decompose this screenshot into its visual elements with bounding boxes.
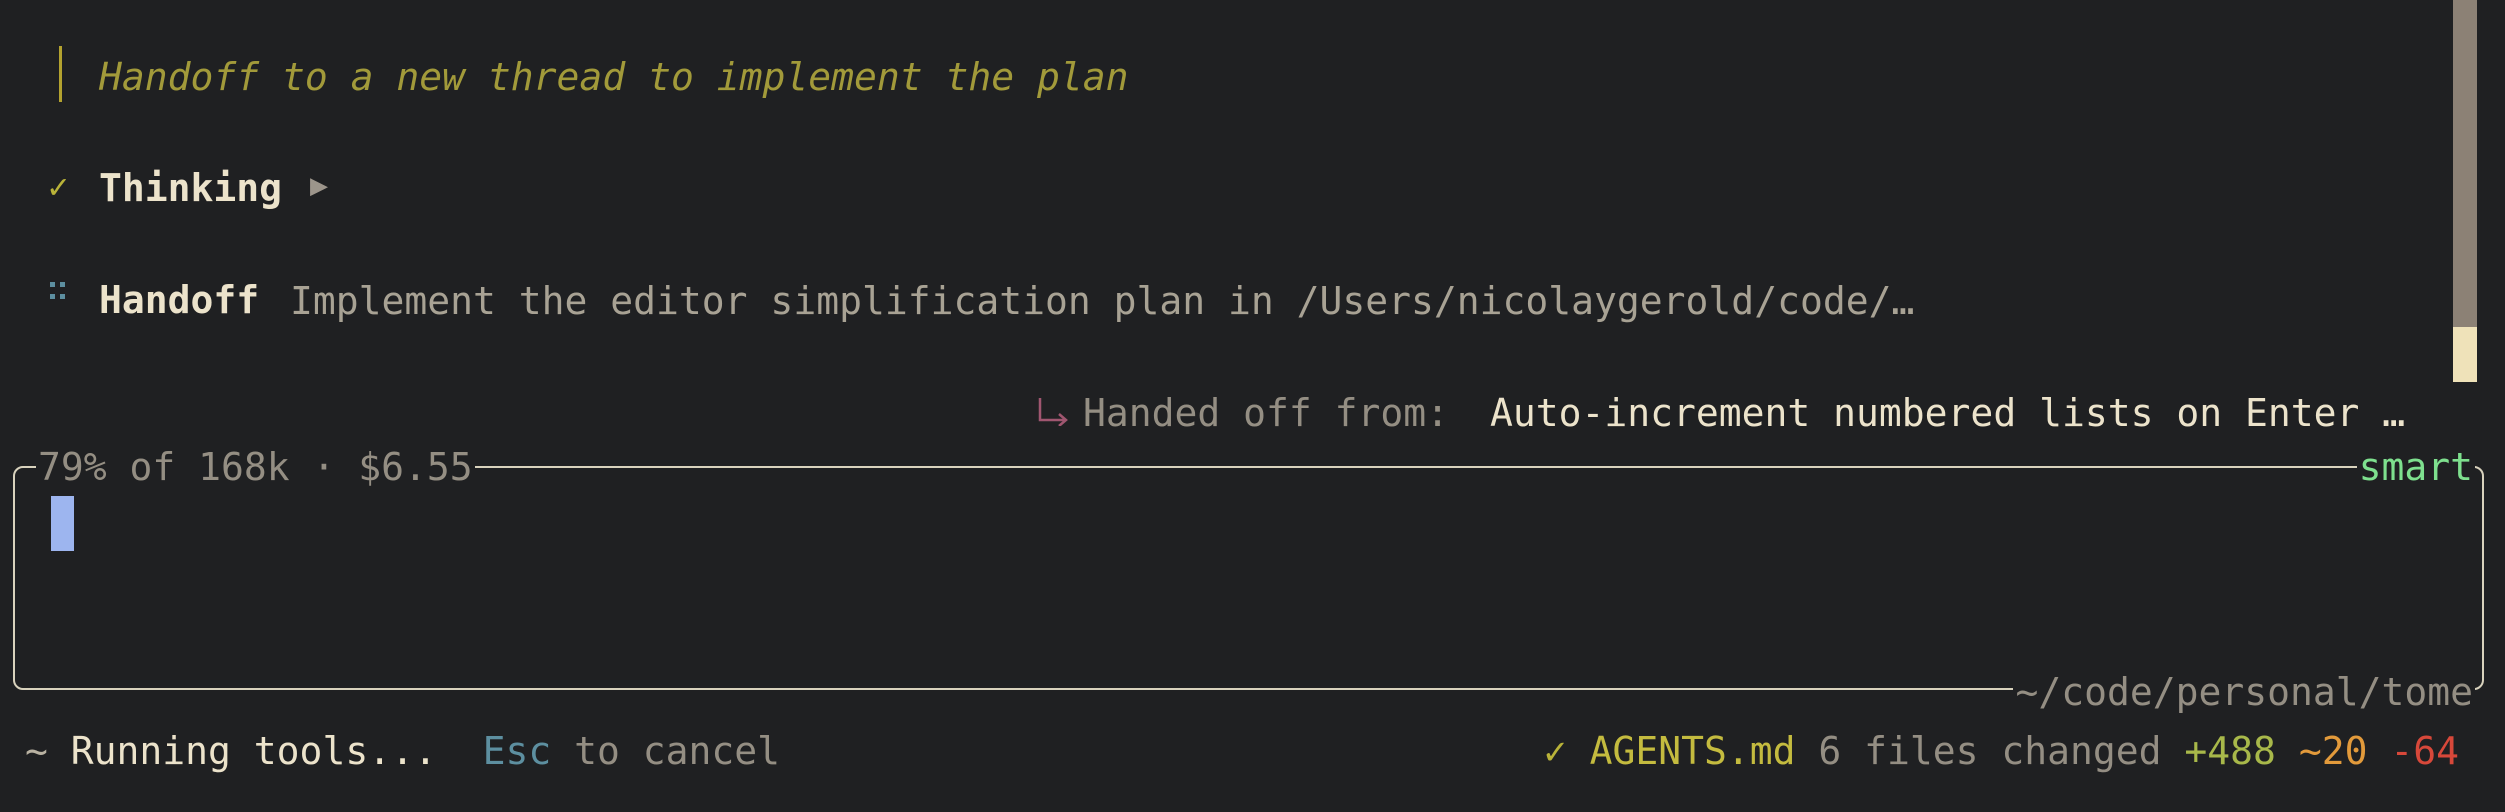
scrollbar-track[interactable] — [2453, 0, 2477, 382]
check-icon: ✓ — [1543, 729, 1567, 773]
quoted-prompt: Handoff to a new thread to implement the… — [99, 55, 1129, 99]
status-activity: ~ Running tools... Esc to cancel — [25, 729, 780, 773]
scrollbar-thumb[interactable] — [2453, 327, 2477, 382]
working-directory: ~/code/personal/tome — [2013, 670, 2475, 714]
mode-indicator[interactable]: smart — [2356, 448, 2475, 486]
thinking-label: Thinking — [99, 166, 283, 210]
handoff-label: Handoff — [99, 278, 260, 322]
handed-off-thread-link[interactable]: Auto-increment numbered lists on Enter … — [1490, 391, 2405, 435]
lines-modified: ~20 — [2298, 729, 2368, 773]
corner-arrow-icon — [1038, 398, 1068, 426]
agents-file-link[interactable]: AGENTS.md — [1590, 729, 1796, 773]
lines-removed: -64 — [2390, 729, 2459, 773]
cancel-hint-text: to cancel — [551, 729, 781, 773]
handoff-description: Implement the editor simplification plan… — [290, 279, 1915, 323]
handed-off-label: Handed off from: — [1083, 391, 1472, 435]
status-changes: ✓ AGENTS.md 6 files changed +488 ~20 -64 — [1544, 729, 2459, 773]
expand-thinking-icon[interactable]: ▶ — [310, 168, 328, 203]
text-cursor — [51, 496, 74, 551]
spinner-icon: ~ — [25, 729, 48, 773]
lines-added: +488 — [2184, 729, 2276, 773]
esc-key-hint[interactable]: Esc — [483, 729, 552, 773]
prompt-input-box[interactable] — [13, 466, 2484, 690]
context-usage: 79% of 168k · $6.55 — [36, 445, 475, 489]
activity-text: Running tools... — [70, 729, 437, 773]
dots-spinner-icon — [50, 282, 70, 322]
quote-bar — [59, 46, 62, 102]
files-changed-count: 6 files changed — [1818, 729, 2162, 773]
check-icon: ✓ — [48, 167, 69, 207]
